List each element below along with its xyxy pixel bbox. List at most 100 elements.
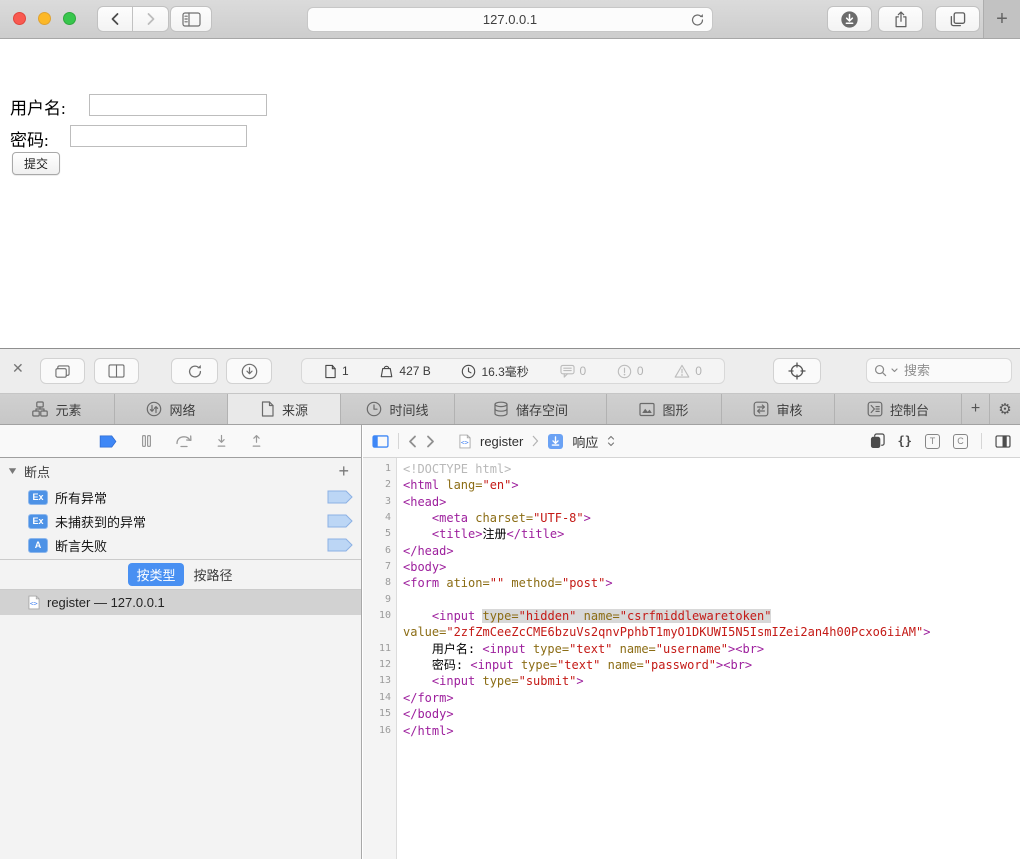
submit-button[interactable]: 提交 [12, 152, 60, 175]
close-inspector-button[interactable]: ✕ [12, 361, 24, 375]
detach-inspector-button[interactable] [40, 358, 85, 384]
inspector-settings-button[interactable]: ⚙ [990, 394, 1020, 424]
breadcrumb-file[interactable]: register [480, 434, 523, 449]
filter-by-path-button[interactable]: 按路径 [194, 565, 233, 584]
line-number[interactable]: 14 [363, 690, 397, 706]
line-number[interactable]: 11 [363, 641, 397, 657]
breakpoint-flag-icon[interactable] [327, 514, 353, 528]
element-picker-button[interactable] [773, 358, 821, 384]
divider [398, 433, 399, 449]
zoom-window-button[interactable] [63, 12, 76, 25]
line-number[interactable]: 7 [363, 559, 397, 575]
stat-warnings: 0 [674, 364, 702, 378]
close-window-button[interactable] [13, 12, 26, 25]
line-number[interactable]: 3 [363, 494, 397, 510]
line-number[interactable]: 12 [363, 657, 397, 673]
graphics-icon [639, 402, 655, 417]
line-number[interactable]: 8 [363, 575, 397, 591]
toggle-sidebar-button[interactable] [170, 6, 212, 32]
reload-page-button[interactable] [171, 358, 218, 384]
pause-icon[interactable] [140, 434, 153, 448]
search-field[interactable] [866, 358, 1012, 383]
breakpoint-row[interactable]: Ex所有异常 [0, 485, 361, 509]
line-number[interactable]: 16 [363, 723, 397, 739]
breakpoint-row[interactable]: Ex未捕获到的异常 [0, 509, 361, 533]
local-override-icon[interactable] [870, 433, 885, 449]
code-line[interactable]: 8<form ation="" method="post"> [363, 575, 1020, 591]
password-field[interactable] [70, 125, 247, 147]
address-bar[interactable]: 127.0.0.1 [307, 7, 713, 32]
line-number[interactable]: 13 [363, 673, 397, 689]
code-line[interactable]: 10 <input type="hidden" name="csrfmiddle… [363, 608, 1020, 624]
tab-network[interactable]: 网络 [115, 394, 228, 424]
breakpoint-row[interactable]: A断言失败 [0, 533, 361, 557]
code-coverage-icon[interactable]: C [953, 434, 968, 449]
code-line[interactable]: 1<!DOCTYPE html> [363, 461, 1020, 477]
back-button[interactable] [97, 6, 133, 32]
breakpoint-flag-icon[interactable] [327, 490, 353, 504]
sort-chevrons-icon[interactable] [607, 435, 615, 447]
representation-selector[interactable]: 响应 [572, 432, 598, 451]
line-number[interactable]: 2 [363, 477, 397, 493]
tab-label: 网络 [169, 400, 195, 419]
breakpoints-header[interactable]: 断点 + [0, 457, 361, 485]
username-field[interactable] [89, 94, 267, 116]
new-tab-button[interactable]: + [983, 0, 1020, 38]
history-back-icon[interactable] [408, 435, 417, 448]
step-over-icon[interactable] [175, 434, 193, 448]
code-line[interactable]: 9 [363, 592, 1020, 608]
code-line[interactable]: 5 <title>注册</title> [363, 526, 1020, 542]
code-line[interactable]: 13 <input type="submit"> [363, 673, 1020, 689]
code-line[interactable]: 15</body> [363, 706, 1020, 722]
code-line[interactable]: 14</form> [363, 690, 1020, 706]
pretty-print-icon[interactable]: {} [898, 434, 912, 448]
line-number[interactable]: 6 [363, 543, 397, 559]
resource-item-register[interactable]: <> register — 127.0.0.1 [0, 590, 361, 615]
downloads-button[interactable] [827, 6, 872, 32]
tab-console[interactable]: 控制台 [835, 394, 962, 424]
reload-icon[interactable] [690, 12, 705, 28]
share-button[interactable] [878, 6, 923, 32]
toggle-right-sidebar-icon[interactable] [995, 435, 1011, 448]
tab-overview-button[interactable] [935, 6, 980, 32]
source-code-editor[interactable]: 1<!DOCTYPE html>2<html lang="en">3<head>… [363, 458, 1020, 859]
minimize-window-button[interactable] [38, 12, 51, 25]
type-profiler-icon[interactable]: T [925, 434, 940, 449]
line-number[interactable]: 5 [363, 526, 397, 542]
code-line[interactable]: value="2zfZmCeeZcCME6bzuVs2qnvPphbT1myO1… [363, 624, 1020, 640]
new-tab-panel-button[interactable]: + [962, 394, 990, 424]
code-line[interactable]: 4 <meta charset="UTF-8"> [363, 510, 1020, 526]
code-line[interactable]: 3<head> [363, 494, 1020, 510]
tab-timeline[interactable]: 时间线 [341, 394, 455, 424]
breakpoint-flag-icon[interactable] [327, 538, 353, 552]
line-number[interactable]: 9 [363, 592, 397, 608]
export-har-button[interactable] [226, 358, 272, 384]
code-line[interactable]: 11 用户名: <input type="text" name="usernam… [363, 641, 1020, 657]
toggle-left-sidebar-icon[interactable] [372, 435, 389, 448]
search-input[interactable] [902, 362, 996, 379]
filter-by-type-button[interactable]: 按类型 [128, 563, 183, 586]
dock-side-button[interactable] [94, 358, 139, 384]
tab-elements[interactable]: 元素 [0, 394, 115, 424]
code-line[interactable]: 2<html lang="en"> [363, 477, 1020, 493]
code-line[interactable]: 12 密码: <input type="text" name="password… [363, 657, 1020, 673]
tab-audit[interactable]: 审核 [722, 394, 835, 424]
code-line[interactable]: 7<body> [363, 559, 1020, 575]
breakpoints-toggle-icon[interactable] [99, 435, 118, 448]
step-out-icon[interactable] [250, 434, 263, 448]
code-line[interactable]: 16</html> [363, 723, 1020, 739]
tab-graphics[interactable]: 图形 [607, 394, 722, 424]
forward-button[interactable] [133, 6, 169, 32]
line-number[interactable] [363, 624, 397, 640]
tab-sources[interactable]: 来源 [228, 394, 341, 424]
clock-icon [461, 364, 476, 379]
line-number[interactable]: 1 [363, 461, 397, 477]
add-breakpoint-button[interactable]: + [338, 462, 349, 480]
line-number[interactable]: 4 [363, 510, 397, 526]
line-number[interactable]: 10 [363, 608, 397, 624]
step-into-icon[interactable] [215, 434, 228, 448]
code-line[interactable]: 6</head> [363, 543, 1020, 559]
tab-storage[interactable]: 储存空间 [455, 394, 607, 424]
history-forward-icon[interactable] [426, 435, 435, 448]
line-number[interactable]: 15 [363, 706, 397, 722]
